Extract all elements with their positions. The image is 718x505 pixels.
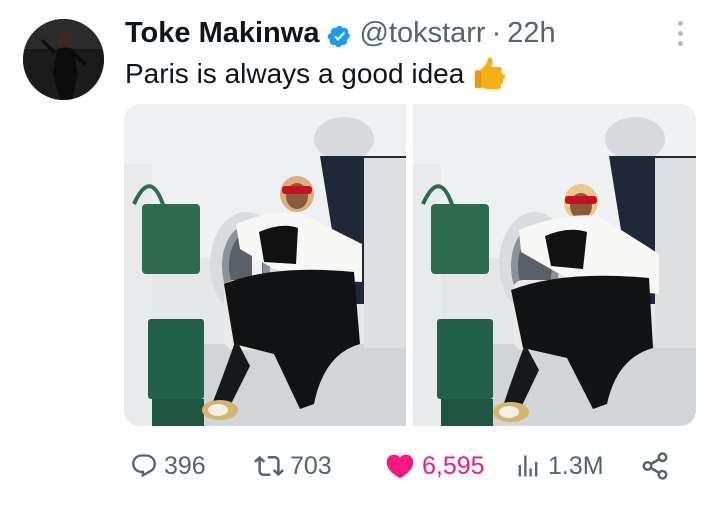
avatar-image [23,19,104,100]
author-name[interactable]: Toke Makinwa [125,14,319,52]
reply-button[interactable]: 396 [130,448,206,484]
views-count: 1.3M [548,451,604,480]
tweet-photo-1[interactable] [124,104,406,426]
heart-icon [384,450,416,482]
tweet-text: Paris is always a good idea [125,56,506,92]
like-button[interactable]: 6,595 [384,448,485,484]
photo-1-image [124,104,406,426]
thumbs-up-icon [472,57,506,91]
tweet-photo-2[interactable] [413,104,696,426]
tweet-body: Paris is always a good idea [125,58,465,89]
verified-badge-icon [327,21,352,47]
repost-icon [254,451,284,481]
author-handle[interactable]: @tokstarr [359,14,485,52]
views-button[interactable]: 1.3M [514,448,604,484]
separator-dot: · [491,17,502,49]
avatar[interactable] [23,19,104,100]
repost-button[interactable]: 703 [254,448,332,484]
tweet-timestamp[interactable]: 22h [507,14,555,52]
share-button[interactable] [640,448,670,484]
views-icon [514,452,542,480]
like-count: 6,595 [422,451,485,480]
tweet-header: Toke Makinwa @tokstarr · 22h [125,14,556,52]
share-icon [640,451,670,481]
reply-count: 396 [164,451,206,480]
repost-count: 703 [290,451,332,480]
more-options-icon[interactable] [668,16,692,50]
photo-2-image [413,104,696,426]
reply-icon [130,452,158,480]
tweet-actions: 396 703 6,595 1.3M [0,448,718,484]
